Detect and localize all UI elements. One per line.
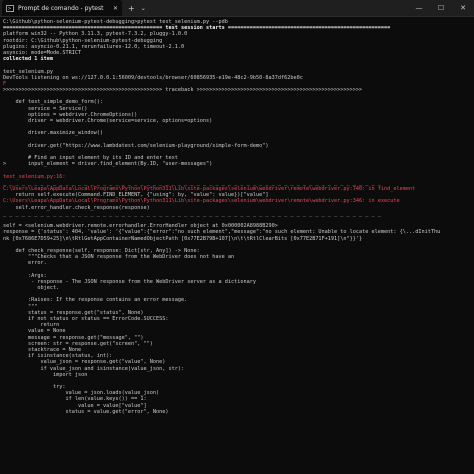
terminal-window: >_ Prompt de comando - pytest ✕ + ⌄ — ☐ … bbox=[0, 0, 474, 474]
close-window-button[interactable]: ✕ bbox=[452, 0, 474, 16]
title-bar: >_ Prompt de comando - pytest ✕ + ⌄ — ☐ … bbox=[0, 0, 474, 17]
terminal-output[interactable]: C:\Github\python-selenium-pytest-debuggi… bbox=[0, 17, 474, 474]
terminal-line: status = value.get("error", None) bbox=[3, 408, 169, 415]
tab-prompt[interactable]: >_ Prompt de comando - pytest ✕ bbox=[2, 0, 122, 16]
cmd-icon: >_ bbox=[6, 4, 15, 12]
tab-title: Prompt de comando - pytest bbox=[18, 4, 104, 12]
new-tab-icon[interactable]: + bbox=[128, 4, 135, 13]
window-controls: — ☐ ✕ bbox=[408, 0, 474, 16]
maximize-button[interactable]: ☐ bbox=[430, 0, 452, 16]
terminal-line: response = {'status': 404, 'value': '{"v… bbox=[3, 229, 441, 236]
close-tab-icon[interactable]: ✕ bbox=[113, 5, 118, 12]
chevron-down-icon[interactable]: ⌄ bbox=[141, 5, 146, 12]
minimize-button[interactable]: — bbox=[408, 0, 430, 16]
